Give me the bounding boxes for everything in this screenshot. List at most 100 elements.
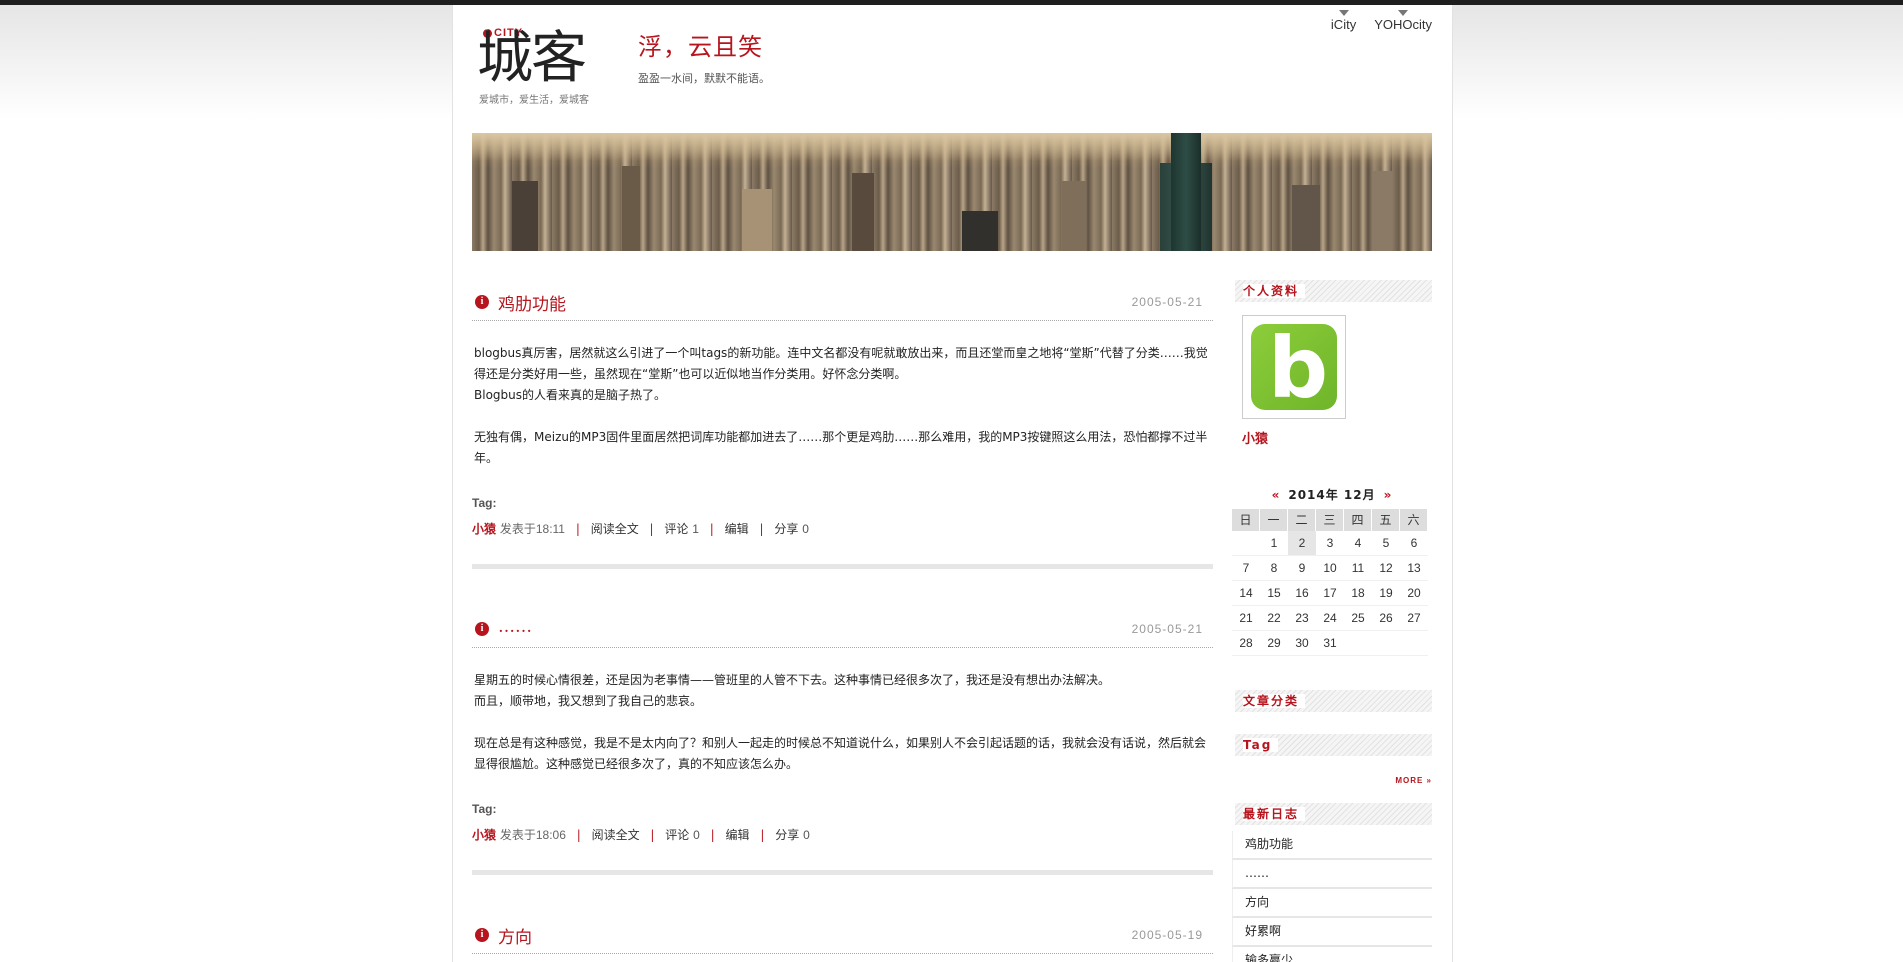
read-more-link[interactable]: 阅读全文 bbox=[592, 828, 640, 842]
post-header: i …… 2005-05-21 bbox=[472, 617, 1213, 648]
profile-name-link[interactable]: 小猿 bbox=[1242, 428, 1432, 447]
post-time: 发表于18:06 bbox=[499, 828, 566, 842]
city-banner-image bbox=[472, 133, 1432, 251]
calendar-day[interactable]: 23 bbox=[1288, 606, 1316, 631]
post-divider bbox=[472, 564, 1213, 569]
calendar-day[interactable]: 2 bbox=[1288, 531, 1316, 556]
calendar-day[interactable]: 31 bbox=[1316, 631, 1344, 656]
post: i 方向 2005-05-19 bbox=[472, 923, 1213, 954]
sidebar-heading-profile: 个人资料 bbox=[1232, 280, 1432, 302]
calendar-day[interactable]: 20 bbox=[1400, 581, 1428, 606]
calendar-day[interactable]: 10 bbox=[1316, 556, 1344, 581]
avatar-letter: b bbox=[1268, 319, 1329, 417]
post-date: 2005-05-21 bbox=[1131, 295, 1203, 309]
site-logo[interactable]: i CITY 城客 爱城市，爱生活，爱城客 bbox=[477, 23, 607, 113]
calendar-day[interactable]: 14 bbox=[1232, 581, 1260, 606]
top-link-label: YOHOcity bbox=[1374, 17, 1432, 32]
calendar-grid: 日一二三四五六 1 2 3 4 5 6 7 8 9 10 11 12 13 14 15 16 17 18 19 20 21… bbox=[1232, 509, 1432, 656]
calendar-day[interactable]: 11 bbox=[1344, 556, 1372, 581]
top-link-yohocity[interactable]: YOHOcity bbox=[1374, 10, 1432, 32]
calendar-weekday: 三 bbox=[1316, 509, 1344, 531]
post-body: blogbus真厉害，居然就这么引进了一个叫tags的新功能。连中文名都没有呢就… bbox=[472, 321, 1213, 469]
banner-building bbox=[512, 181, 538, 251]
calendar-day[interactable]: 6 bbox=[1400, 531, 1428, 556]
post-paragraph: Blogbus的人看来真的是脑子热了。 bbox=[474, 388, 667, 402]
share-link[interactable]: 分享 0 bbox=[774, 522, 809, 536]
avatar[interactable]: b bbox=[1242, 315, 1346, 419]
post-header: i 方向 2005-05-19 bbox=[472, 923, 1213, 954]
banner-tower bbox=[1171, 133, 1201, 251]
meta-separator: | bbox=[759, 522, 764, 536]
comments-link[interactable]: 评论 1 bbox=[664, 522, 699, 536]
calendar-weekday: 五 bbox=[1372, 509, 1400, 531]
recent-post-link[interactable]: 鸡肋功能 bbox=[1232, 831, 1432, 860]
post-paragraph: blogbus真厉害，居然就这么引进了一个叫tags的新功能。连中文名都没有呢就… bbox=[474, 346, 1208, 381]
more-link[interactable]: MORE » bbox=[1232, 776, 1432, 785]
calendar-day[interactable]: 19 bbox=[1372, 581, 1400, 606]
edit-link[interactable]: 编辑 bbox=[725, 522, 749, 536]
post-author-link[interactable]: 小猿 bbox=[472, 522, 496, 536]
calendar-day[interactable]: 29 bbox=[1260, 631, 1288, 656]
calendar-day[interactable]: 13 bbox=[1400, 556, 1428, 581]
post-tag-label: Tag: bbox=[472, 802, 497, 816]
calendar-day[interactable]: 15 bbox=[1260, 581, 1288, 606]
share-link[interactable]: 分享 0 bbox=[775, 828, 810, 842]
post-author-link[interactable]: 小猿 bbox=[472, 828, 496, 842]
recent-post-link[interactable]: 输多赢少…… bbox=[1232, 947, 1432, 962]
calendar-prev-button[interactable]: « bbox=[1272, 488, 1281, 502]
blog-subtitle: 盈盈一水间，默默不能语。 bbox=[638, 72, 770, 85]
tab-pointer-icon bbox=[1338, 10, 1349, 16]
calendar-day[interactable]: 17 bbox=[1316, 581, 1344, 606]
calendar-empty-cell bbox=[1400, 631, 1428, 656]
sidebar-heading-recent: 最新日志 bbox=[1232, 803, 1432, 825]
blog-title[interactable]: 浮，云且笑 bbox=[638, 27, 763, 62]
top-link-icity[interactable]: iCity bbox=[1331, 10, 1356, 32]
post: i 鸡肋功能 2005-05-21 blogbus真厉害，居然就这么引进了一个叫… bbox=[472, 290, 1213, 569]
calendar-day[interactable]: 22 bbox=[1260, 606, 1288, 631]
calendar-day[interactable]: 30 bbox=[1288, 631, 1316, 656]
comments-count: 1 bbox=[692, 522, 699, 536]
recent-post-link[interactable]: 好累啊 bbox=[1232, 918, 1432, 947]
banner-building bbox=[1372, 171, 1392, 251]
post-title[interactable]: …… bbox=[498, 617, 532, 637]
calendar-day[interactable]: 8 bbox=[1260, 556, 1288, 581]
calendar-day[interactable]: 1 bbox=[1260, 531, 1288, 556]
read-more-link[interactable]: 阅读全文 bbox=[591, 522, 639, 536]
calendar-day[interactable]: 4 bbox=[1344, 531, 1372, 556]
info-icon: i bbox=[475, 622, 489, 636]
calendar-day[interactable]: 27 bbox=[1400, 606, 1428, 631]
calendar-day[interactable]: 26 bbox=[1372, 606, 1400, 631]
calendar-day[interactable]: 9 bbox=[1288, 556, 1316, 581]
banner-building bbox=[852, 173, 874, 251]
calendar-day[interactable]: 16 bbox=[1288, 581, 1316, 606]
post-time: 发表于18:11 bbox=[499, 522, 565, 536]
post-title[interactable]: 方向 bbox=[498, 923, 532, 948]
tab-pointer-icon bbox=[1398, 10, 1409, 16]
calendar-title: « 2014年 12月 » bbox=[1232, 485, 1432, 505]
post-paragraph: 现在总是有这种感觉，我是不是太内向了？和别人一起走的时候总不知道说什么，如果别人… bbox=[474, 736, 1207, 771]
comments-link[interactable]: 评论 0 bbox=[665, 828, 700, 842]
recent-post-link[interactable]: …… bbox=[1232, 860, 1432, 889]
post-title[interactable]: 鸡肋功能 bbox=[498, 290, 566, 315]
calendar-day[interactable]: 3 bbox=[1316, 531, 1344, 556]
sidebar-heading-text: 最新日志 bbox=[1243, 807, 1306, 821]
edit-link[interactable]: 编辑 bbox=[726, 828, 750, 842]
calendar-weekday: 二 bbox=[1288, 509, 1316, 531]
sidebar-heading-text: Tag bbox=[1243, 738, 1279, 752]
calendar-day[interactable]: 18 bbox=[1344, 581, 1372, 606]
post-list: i 鸡肋功能 2005-05-21 blogbus真厉害，居然就这么引进了一个叫… bbox=[472, 290, 1213, 954]
calendar-day[interactable]: 12 bbox=[1372, 556, 1400, 581]
banner-building bbox=[962, 211, 998, 251]
calendar-day[interactable]: 7 bbox=[1232, 556, 1260, 581]
calendar-day[interactable]: 5 bbox=[1372, 531, 1400, 556]
recent-post-link[interactable]: 方向 bbox=[1232, 889, 1432, 918]
calendar-day[interactable]: 21 bbox=[1232, 606, 1260, 631]
calendar-day[interactable]: 28 bbox=[1232, 631, 1260, 656]
calendar-next-button[interactable]: » bbox=[1384, 488, 1393, 502]
banner-sky bbox=[472, 133, 1432, 161]
calendar-day[interactable]: 25 bbox=[1344, 606, 1372, 631]
post-header: i 鸡肋功能 2005-05-21 bbox=[472, 290, 1213, 321]
calendar-empty-cell bbox=[1232, 531, 1260, 556]
comments-label: 评论 bbox=[664, 522, 689, 536]
calendar-day[interactable]: 24 bbox=[1316, 606, 1344, 631]
